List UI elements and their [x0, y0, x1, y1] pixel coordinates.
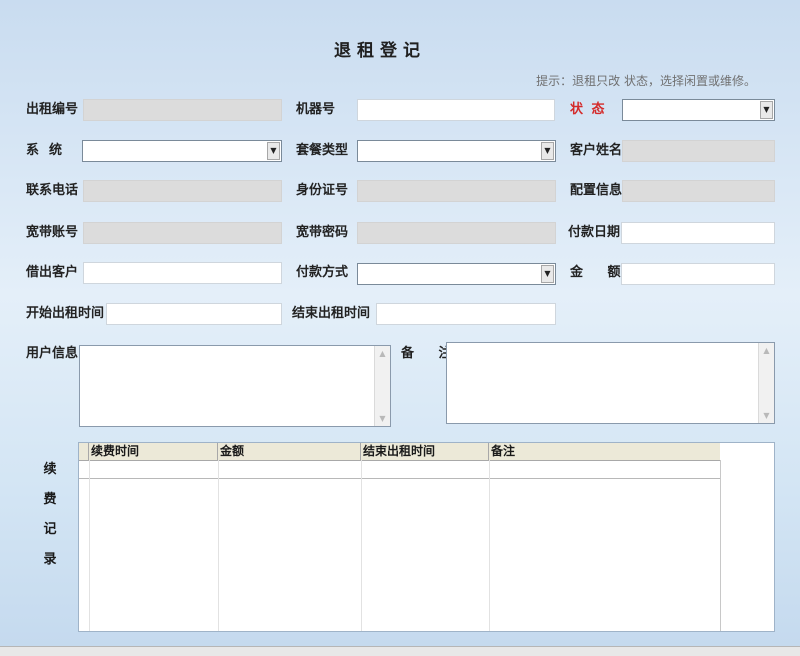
remark-textarea[interactable]: ▲ ▼ — [446, 342, 775, 424]
amount-input[interactable] — [622, 264, 774, 284]
renewal-label-char: 记 — [43, 522, 57, 537]
scroll-down-icon[interactable]: ▼ — [376, 412, 389, 425]
start-time-label: 开始出租时间 — [26, 306, 105, 321]
chevron-down-icon[interactable]: ▼ — [267, 142, 280, 160]
column-header-amount[interactable]: 金额 — [218, 443, 361, 460]
grid-divider — [489, 460, 490, 631]
column-header-remark[interactable]: 备注 — [489, 443, 720, 460]
system-select[interactable]: ▼ — [82, 140, 282, 162]
row-selector-header — [79, 443, 89, 460]
pay-date-input[interactable] — [622, 223, 774, 243]
start-time-field[interactable] — [106, 303, 282, 325]
grid-divider — [218, 460, 219, 631]
scrollbar[interactable]: ▲ ▼ — [374, 346, 390, 426]
machine-no-field[interactable] — [357, 99, 555, 121]
bb-account-label: 宽带账号 — [26, 225, 79, 240]
config-input[interactable] — [623, 181, 774, 201]
system-label: 系统 — [26, 143, 73, 158]
grid-header: 续费时间 金额 结束出租时间 备注 — [79, 443, 720, 461]
scrollbar[interactable]: ▲ ▼ — [758, 343, 774, 423]
customer-name-input[interactable] — [623, 141, 774, 161]
bb-password-field[interactable] — [357, 222, 556, 244]
package-type-select[interactable]: ▼ — [357, 140, 556, 162]
machine-no-label: 机器号 — [296, 102, 336, 117]
lend-customer-field[interactable] — [83, 262, 282, 284]
column-header-renew-time[interactable]: 续费时间 — [89, 443, 218, 460]
customer-name-label: 客户姓名 — [570, 143, 623, 158]
amount-field[interactable] — [621, 263, 775, 285]
bb-account-field[interactable] — [83, 222, 282, 244]
column-header-end-time[interactable]: 结束出租时间 — [361, 443, 489, 460]
lend-customer-input[interactable] — [84, 263, 281, 283]
customer-name-field[interactable] — [622, 140, 775, 162]
renewal-label-char: 续 — [43, 462, 57, 477]
pay-date-label: 付款日期 — [568, 225, 621, 240]
table-row[interactable] — [79, 460, 720, 479]
scroll-up-icon[interactable]: ▲ — [760, 344, 773, 357]
end-time-input[interactable] — [377, 304, 555, 324]
end-time-label: 结束出租时间 — [292, 306, 371, 321]
renewal-grid[interactable]: 续费时间 金额 结束出租时间 备注 — [78, 442, 775, 632]
config-label: 配置信息 — [570, 183, 623, 198]
pay-date-field[interactable] — [621, 222, 775, 244]
rental-no-field[interactable] — [83, 99, 282, 121]
chevron-down-icon[interactable]: ▼ — [760, 101, 773, 119]
bb-password-input[interactable] — [358, 223, 555, 243]
machine-no-input[interactable] — [358, 100, 554, 120]
pay-method-label: 付款方式 — [296, 265, 349, 280]
start-time-input[interactable] — [107, 304, 281, 324]
grid-divider — [720, 460, 721, 631]
hint-text: 提示：退租只改 状态，选择闲置或维修。 — [536, 74, 756, 88]
user-info-textarea[interactable]: ▲ ▼ — [79, 345, 391, 427]
renewal-records-label: 续 费 记 录 — [42, 455, 58, 575]
rental-no-input[interactable] — [84, 100, 281, 120]
config-field[interactable] — [622, 180, 775, 202]
bb-account-input[interactable] — [84, 223, 281, 243]
bb-password-label: 宽带密码 — [296, 225, 349, 240]
rental-no-label: 出租编号 — [26, 102, 79, 117]
status-label: 状 态 — [570, 102, 607, 117]
pay-method-select[interactable]: ▼ — [357, 263, 556, 285]
chevron-down-icon[interactable]: ▼ — [541, 142, 554, 160]
id-no-field[interactable] — [357, 180, 556, 202]
scroll-up-icon[interactable]: ▲ — [376, 347, 389, 360]
package-type-label: 套餐类型 — [296, 143, 349, 158]
phone-field[interactable] — [83, 180, 282, 202]
id-no-label: 身份证号 — [296, 183, 349, 198]
phone-label: 联系电话 — [26, 183, 79, 198]
scroll-down-icon[interactable]: ▼ — [760, 409, 773, 422]
grid-divider — [361, 460, 362, 631]
renewal-label-char: 费 — [43, 492, 57, 507]
id-no-input[interactable] — [358, 181, 555, 201]
renewal-label-char: 录 — [43, 552, 57, 567]
phone-input[interactable] — [84, 181, 281, 201]
chevron-down-icon[interactable]: ▼ — [541, 265, 554, 283]
status-select[interactable]: ▼ — [622, 99, 775, 121]
lend-customer-label: 借出客户 — [26, 265, 79, 280]
form-title: 退租登记 — [334, 41, 426, 61]
grid-divider — [89, 460, 90, 631]
end-time-field[interactable] — [376, 303, 556, 325]
user-info-label: 用户信息 — [26, 346, 79, 361]
